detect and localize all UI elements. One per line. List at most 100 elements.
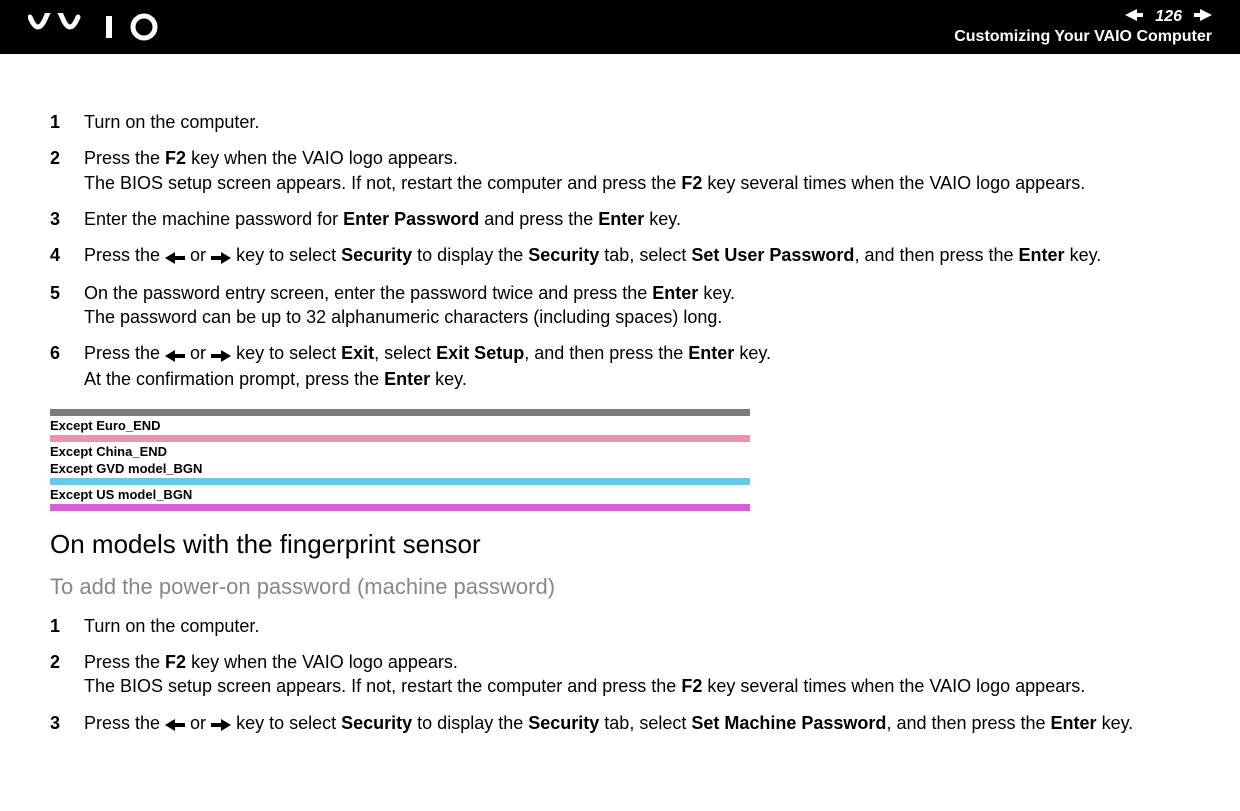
text: Turn on the computer. [84, 616, 259, 636]
step-list-1: 1Turn on the computer.2Press the F2 key … [50, 110, 1190, 391]
text: key several times when the VAIO logo app… [702, 676, 1085, 696]
marker-group: Except Euro_END [50, 409, 750, 433]
text: Press the [84, 343, 165, 363]
step-item: 3Enter the machine password for Enter Pa… [50, 207, 1190, 231]
step-list-2: 1Turn on the computer.2Press the F2 key … [50, 614, 1190, 736]
page-content: 1Turn on the computer.2Press the F2 key … [0, 54, 1240, 736]
step-body: Turn on the computer. [84, 614, 1190, 638]
step-body: Press the or key to select Security to d… [84, 243, 1190, 268]
step-number: 5 [50, 281, 84, 305]
step-item: 4Press the or key to select Security to … [50, 243, 1190, 268]
bold-text: Security [341, 245, 412, 265]
text: key. [1065, 245, 1102, 265]
page-number: 126 [1155, 8, 1182, 26]
bold-text: Enter Password [343, 209, 479, 229]
step-body: Press the or key to select Exit, select … [84, 341, 1190, 391]
next-page-arrow[interactable] [1194, 8, 1212, 26]
step-item: 2Press the F2 key when the VAIO logo app… [50, 650, 1190, 699]
text: key. [644, 209, 681, 229]
step-number: 1 [50, 110, 84, 134]
step-number: 6 [50, 341, 84, 365]
subsubheading: To add the power-on password (machine pa… [50, 574, 1190, 600]
text: On the password entry screen, enter the … [84, 283, 652, 303]
step-item: 2Press the F2 key when the VAIO logo app… [50, 146, 1190, 195]
marker-group: Except GVD model_BGN [50, 461, 750, 476]
header-section-title: Customizing Your VAIO Computer [954, 28, 1212, 46]
text: key. [430, 369, 467, 389]
step-body: Turn on the computer. [84, 110, 1190, 134]
text: Turn on the computer. [84, 112, 259, 132]
text: Press the [84, 148, 165, 168]
step-body: Press the F2 key when the VAIO logo appe… [84, 146, 1190, 195]
text: tab, select [599, 713, 691, 733]
text: or [185, 343, 211, 363]
step-item: 1Turn on the computer. [50, 614, 1190, 638]
bold-text: Enter [598, 209, 644, 229]
arrow-left-icon [165, 244, 185, 268]
text: Press the [84, 245, 165, 265]
subheading: On models with the fingerprint sensor [50, 529, 1190, 560]
bold-text: F2 [681, 173, 702, 193]
step-number: 4 [50, 243, 84, 267]
marker-bar [50, 409, 750, 416]
text: key to select [231, 343, 341, 363]
text: At the confirmation prompt, press the [84, 369, 384, 389]
text: , and then press the [886, 713, 1050, 733]
arrow-left-icon [165, 712, 185, 736]
text: to display the [412, 713, 528, 733]
page-header: 126 Customizing Your VAIO Computer [0, 0, 1240, 54]
step-number: 3 [50, 711, 84, 735]
text: key. [698, 283, 735, 303]
bold-text: Enter [652, 283, 698, 303]
bold-text: F2 [681, 676, 702, 696]
text: The BIOS setup screen appears. If not, r… [84, 676, 681, 696]
marker-group [50, 504, 750, 511]
text: or [185, 713, 211, 733]
text: Enter the machine password for [84, 209, 343, 229]
page-nav: 126 [1125, 8, 1212, 26]
step-item: 5On the password entry screen, enter the… [50, 281, 1190, 330]
marker-label: Except US model_BGN [50, 487, 750, 502]
bold-text: Enter [688, 343, 734, 363]
step-number: 2 [50, 146, 84, 170]
bold-text: Security [341, 713, 412, 733]
text: tab, select [599, 245, 691, 265]
bold-text: Security [528, 713, 599, 733]
bold-text: Enter [1051, 713, 1097, 733]
step-body: On the password entry screen, enter the … [84, 281, 1190, 330]
marker-bar [50, 478, 750, 485]
bold-text: Exit Setup [436, 343, 524, 363]
marker-group: Except US model_BGN [50, 478, 750, 502]
text: Press the [84, 652, 165, 672]
text: Press the [84, 713, 165, 733]
step-item: 6Press the or key to select Exit, select… [50, 341, 1190, 391]
text: , and then press the [854, 245, 1018, 265]
marker-label: Except Euro_END [50, 418, 750, 433]
step-number: 3 [50, 207, 84, 231]
step-number: 1 [50, 614, 84, 638]
arrow-right-icon [211, 244, 231, 268]
text: The password can be up to 32 alphanumeri… [84, 307, 722, 327]
text: and press the [479, 209, 598, 229]
bold-text: Security [528, 245, 599, 265]
text: The BIOS setup screen appears. If not, r… [84, 173, 681, 193]
bold-text: Enter [1019, 245, 1065, 265]
step-body: Press the F2 key when the VAIO logo appe… [84, 650, 1190, 699]
step-number: 2 [50, 650, 84, 674]
text: key when the VAIO logo appears. [186, 652, 458, 672]
marker-label: Except China_END [50, 444, 750, 459]
step-item: 3Press the or key to select Security to … [50, 711, 1190, 736]
prev-page-arrow[interactable] [1125, 8, 1143, 26]
bold-text: Set User Password [691, 245, 854, 265]
text: key when the VAIO logo appears. [186, 148, 458, 168]
text: key. [1097, 713, 1134, 733]
bold-text: Enter [384, 369, 430, 389]
region-markers: Except Euro_END Except China_END Except GV… [50, 409, 750, 511]
vaio-logo [28, 13, 168, 41]
marker-label: Except GVD model_BGN [50, 461, 750, 476]
arrow-right-icon [211, 712, 231, 736]
text: or [185, 245, 211, 265]
step-body: Press the or key to select Security to d… [84, 711, 1190, 736]
bold-text: F2 [165, 652, 186, 672]
arrow-right-icon [211, 342, 231, 366]
